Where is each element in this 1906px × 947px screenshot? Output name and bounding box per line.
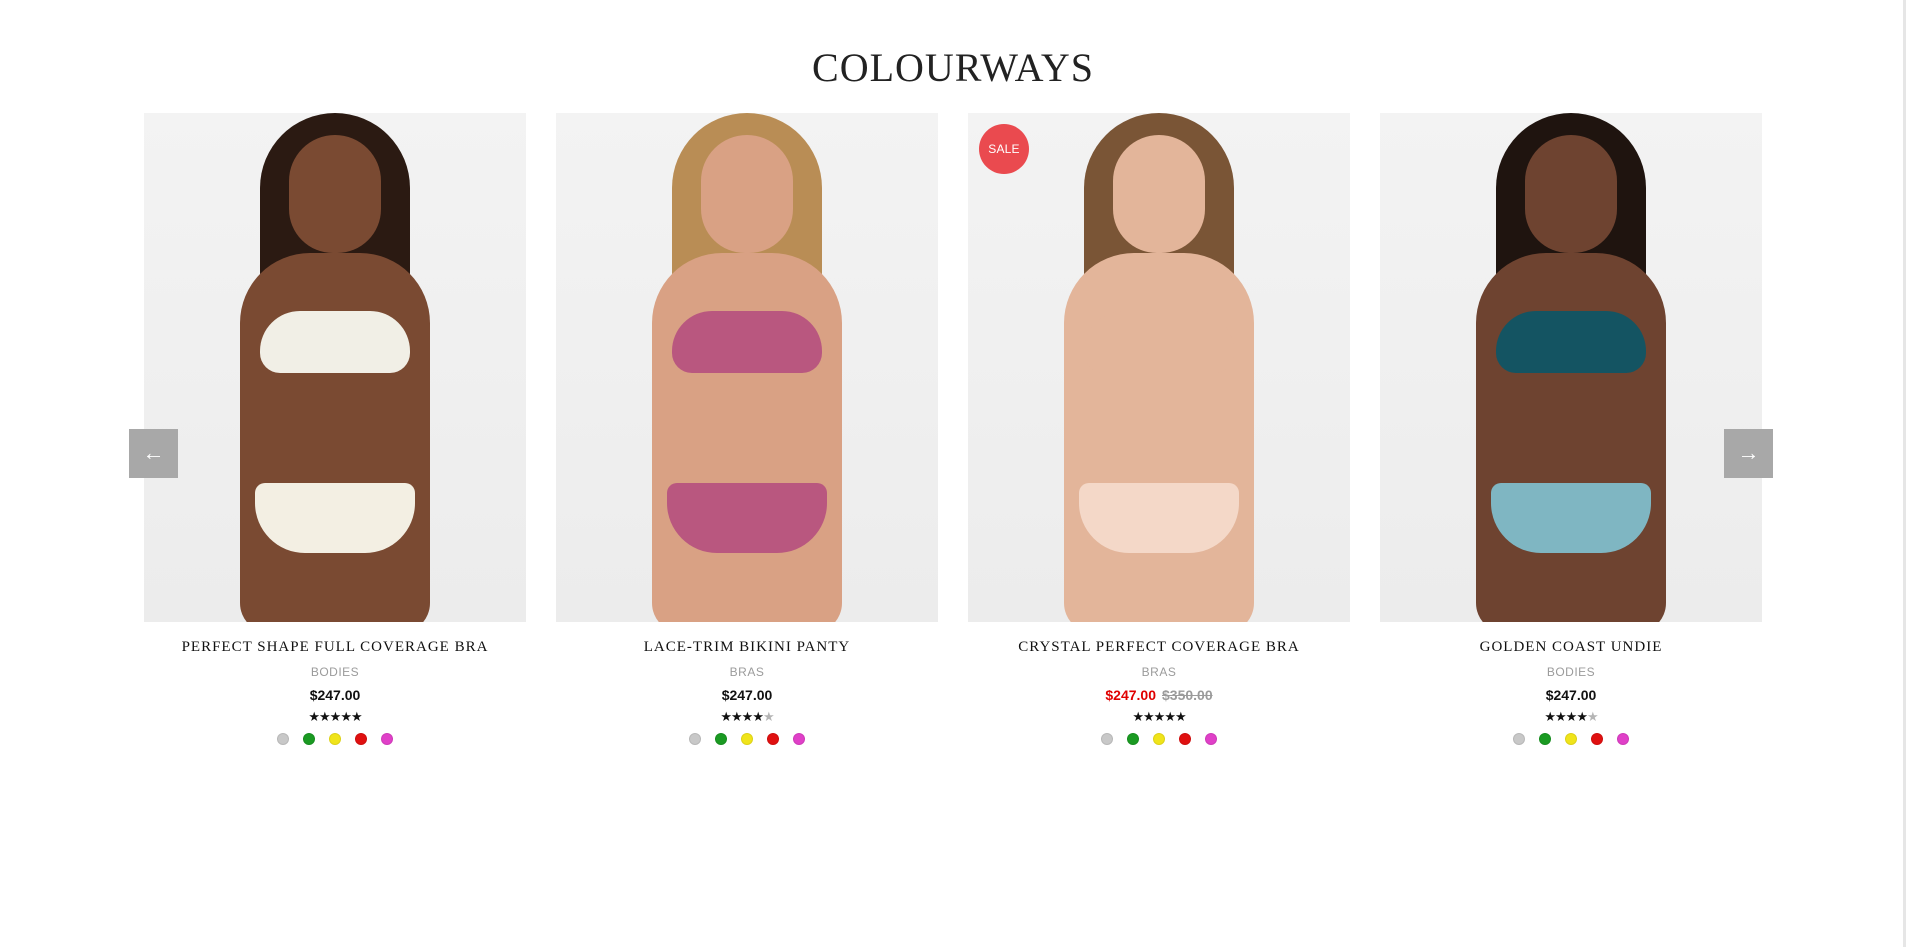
arrow-left-icon: ← [142, 440, 165, 465]
swatch-yellow[interactable] [741, 733, 753, 745]
swatch-pink[interactable] [1617, 733, 1629, 745]
product-price: $247.00 [1545, 687, 1597, 703]
model-photo [1471, 113, 1671, 622]
swatch-yellow[interactable] [1565, 733, 1577, 745]
star-empty-icon: ★ [762, 709, 775, 724]
star-icon: ★★★★★ [308, 709, 362, 724]
swatch-red[interactable] [1179, 733, 1191, 745]
swatch-yellow[interactable] [329, 733, 341, 745]
star-rating: ★★★★★ [968, 709, 1350, 725]
swatch-red[interactable] [767, 733, 779, 745]
product-image[interactable] [1380, 113, 1762, 622]
carousel-next-button[interactable]: → [1724, 429, 1773, 478]
price-row: $247.00 [144, 687, 526, 703]
model-photo [647, 113, 847, 622]
color-swatches [968, 733, 1350, 745]
product-name[interactable]: PERFECT SHAPE FULL COVERAGE BRA [144, 639, 526, 656]
swatch-grey[interactable] [689, 733, 701, 745]
product-card[interactable]: PERFECT SHAPE FULL COVERAGE BRA BODIES $… [144, 113, 526, 745]
product-name[interactable]: GOLDEN COAST UNDIE [1380, 639, 1762, 656]
star-icon: ★★★★ [720, 709, 764, 724]
product-card[interactable]: GOLDEN COAST UNDIE BODIES $247.00 ★★★★★ [1380, 113, 1762, 745]
product-category: BRAS [1141, 665, 1177, 679]
colourways-page: COLOURWAYS PERFECT SHAPE FULL COVERAGE B… [0, 0, 1906, 947]
swatch-pink[interactable] [381, 733, 393, 745]
swatch-pink[interactable] [1205, 733, 1217, 745]
carousel-prev-button[interactable]: ← [129, 429, 178, 478]
price-row: $247.00 [556, 687, 938, 703]
swatch-pink[interactable] [793, 733, 805, 745]
model-photo [1059, 113, 1259, 622]
star-rating: ★★★★★ [144, 709, 526, 725]
swatch-grey[interactable] [277, 733, 289, 745]
swatch-green[interactable] [715, 733, 727, 745]
star-rating: ★★★★★ [556, 709, 938, 725]
product-name[interactable]: CRYSTAL PERFECT COVERAGE BRA [968, 639, 1350, 656]
swatch-red[interactable] [355, 733, 367, 745]
star-rating: ★★★★★ [1380, 709, 1762, 725]
product-image[interactable] [144, 113, 526, 622]
swatch-red[interactable] [1591, 733, 1603, 745]
star-icon: ★★★★★ [1132, 709, 1186, 724]
product-original-price: $350.00 [1162, 687, 1213, 703]
product-card[interactable]: SALE CRYSTAL PERFECT COVERAGE BRA BRAS $… [968, 113, 1350, 745]
swatch-grey[interactable] [1101, 733, 1113, 745]
product-image[interactable]: SALE [968, 113, 1350, 622]
star-icon: ★★★★ [1544, 709, 1588, 724]
swatch-green[interactable] [1539, 733, 1551, 745]
product-category: BODIES [310, 665, 360, 679]
product-category: BODIES [1546, 665, 1596, 679]
swatch-yellow[interactable] [1153, 733, 1165, 745]
model-photo [235, 113, 435, 622]
color-swatches [1380, 733, 1762, 745]
price-row: $247.00 [1380, 687, 1762, 703]
product-price: $247.00 [721, 687, 773, 703]
product-card[interactable]: LACE-TRIM BIKINI PANTY BRAS $247.00 ★★★★… [556, 113, 938, 745]
star-empty-icon: ★ [1586, 709, 1599, 724]
color-swatches [144, 733, 526, 745]
sale-badge: SALE [979, 124, 1029, 174]
color-swatches [556, 733, 938, 745]
price-row: $247.00 $350.00 [968, 687, 1350, 703]
product-category: BRAS [729, 665, 765, 679]
product-carousel: PERFECT SHAPE FULL COVERAGE BRA BODIES $… [144, 113, 1763, 773]
swatch-grey[interactable] [1513, 733, 1525, 745]
product-price: $247.00 [309, 687, 361, 703]
product-sale-price: $247.00 [1105, 687, 1156, 703]
product-name[interactable]: LACE-TRIM BIKINI PANTY [556, 639, 938, 656]
swatch-green[interactable] [303, 733, 315, 745]
arrow-right-icon: → [1737, 440, 1760, 465]
swatch-green[interactable] [1127, 733, 1139, 745]
section-title: COLOURWAYS [812, 45, 1094, 90]
product-image[interactable] [556, 113, 938, 622]
